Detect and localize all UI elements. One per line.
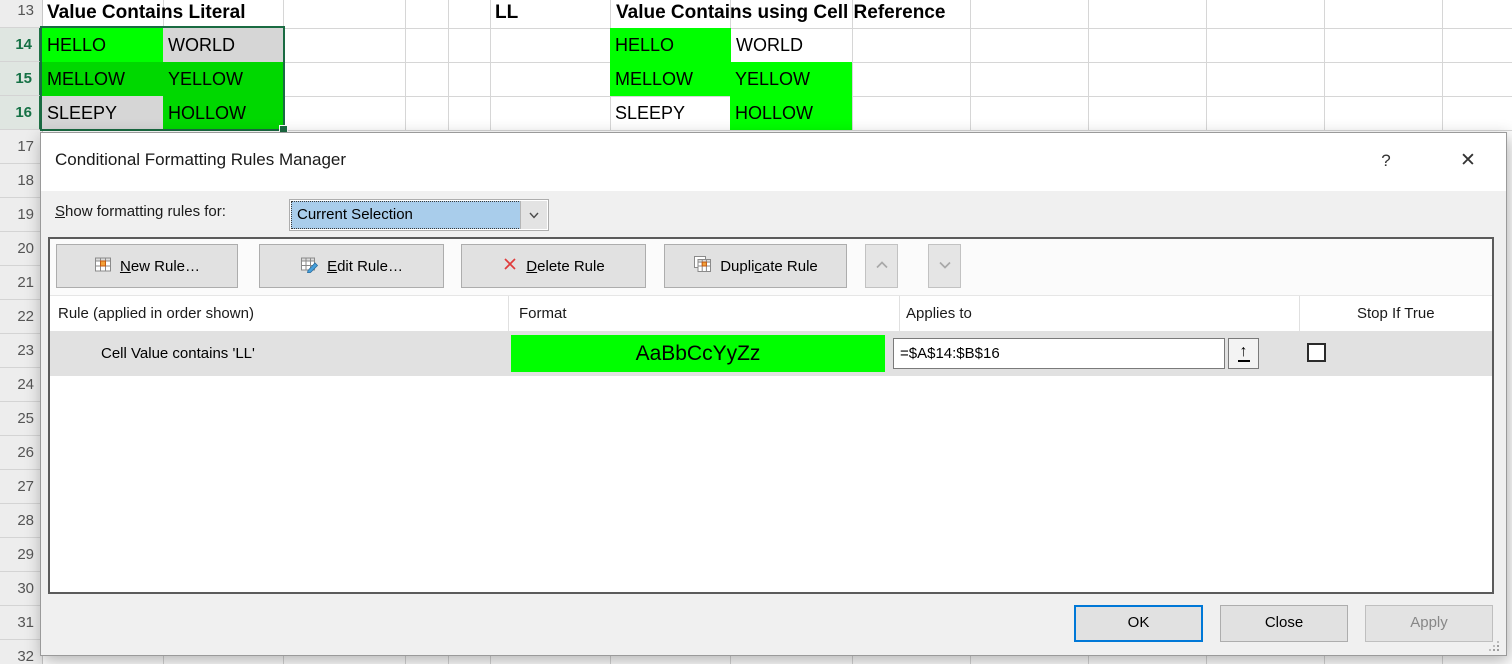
row-header-14[interactable]: 14 (0, 28, 41, 62)
row-header-26[interactable]: 26 (0, 436, 41, 470)
scope-select[interactable]: Current Selection (289, 199, 549, 231)
row-header-column: 1314151617181920212223242526272829303132 (0, 0, 43, 664)
column-separator (899, 296, 900, 331)
row-header-13[interactable]: 13 (0, 0, 41, 28)
rules-panel: New Rule… Edit Rule… D (48, 237, 1494, 594)
range-picker-button[interactable]: ↑ (1228, 338, 1259, 369)
row-header-24[interactable]: 24 (0, 368, 41, 402)
rules-toolbar: New Rule… Edit Rule… D (50, 239, 1492, 296)
sheet-bottom-sliver (42, 656, 1512, 664)
new-rule-icon (94, 256, 112, 277)
row-header-31[interactable]: 31 (0, 606, 41, 640)
cell-E16[interactable]: SLEEPY (610, 96, 731, 130)
dialog-titlebar[interactable]: Conditional Formatting Rules Manager ? ✕ (41, 133, 1506, 191)
new-rule-label: New Rule… (120, 258, 200, 275)
row-header-23[interactable]: 23 (0, 334, 41, 368)
selection-marquee[interactable] (40, 26, 285, 131)
edit-rule-label: Edit Rule… (327, 258, 403, 275)
move-rule-up-button[interactable] (865, 244, 898, 288)
rules-list-header: Rule (applied in order shown) Format App… (50, 296, 1492, 332)
ok-button[interactable]: OK (1074, 605, 1203, 642)
row-header-19[interactable]: 19 (0, 198, 41, 232)
duplicate-rule-button[interactable]: Duplicate Rule (664, 244, 847, 288)
apply-button[interactable]: Apply (1365, 605, 1493, 642)
column-header-applies: Applies to (906, 296, 972, 331)
column-separator (508, 296, 509, 331)
cell-F14[interactable]: WORLD (731, 28, 852, 62)
cell-E14[interactable]: HELLO (610, 28, 731, 62)
edit-rule-icon (300, 256, 319, 277)
up-arrow-from-bar-icon: ↑ (1240, 345, 1248, 359)
resize-grip-icon[interactable] (1487, 639, 1501, 653)
row-header-27[interactable]: 27 (0, 470, 41, 504)
row-header-30[interactable]: 30 (0, 572, 41, 606)
row-header-29[interactable]: 29 (0, 538, 41, 572)
ll-cell[interactable]: LL (495, 0, 518, 28)
column-separator (1299, 296, 1300, 331)
applies-to-input[interactable]: =$A$14:$B$16 (893, 338, 1225, 369)
cell-F15[interactable]: YELLOW (730, 62, 852, 96)
column-header-stop: Stop If True (1357, 296, 1435, 331)
chevron-down-icon[interactable] (520, 201, 547, 229)
chevron-down-icon (937, 258, 953, 275)
new-rule-button[interactable]: New Rule… (56, 244, 238, 288)
row-header-20[interactable]: 20 (0, 232, 41, 266)
row-header-17[interactable]: 17 (0, 130, 41, 164)
delete-rule-button[interactable]: Delete Rule (461, 244, 646, 288)
close-button[interactable]: Close (1220, 605, 1348, 642)
row-header-28[interactable]: 28 (0, 504, 41, 538)
duplicate-rule-label: Duplicate Rule (720, 258, 818, 275)
right-table-header: Value Contains using Cell Reference (616, 0, 945, 28)
left-table-header: Value Contains Literal (47, 0, 246, 28)
delete-rule-icon (502, 256, 518, 276)
column-header-rule: Rule (applied in order shown) (58, 296, 254, 331)
edit-rule-button[interactable]: Edit Rule… (259, 244, 444, 288)
cf-rules-manager-dialog: Conditional Formatting Rules Manager ? ✕… (40, 132, 1507, 656)
duplicate-rule-icon (693, 255, 712, 277)
close-icon[interactable]: ✕ (1453, 146, 1483, 176)
column-header-format: Format (519, 296, 567, 331)
help-icon[interactable]: ? (1373, 147, 1399, 175)
row-header-25[interactable]: 25 (0, 402, 41, 436)
cell-E15[interactable]: MELLOW (610, 62, 731, 96)
show-rules-label: Show formatting rules for: (55, 203, 226, 220)
row-header-22[interactable]: 22 (0, 300, 41, 334)
stop-if-true-checkbox[interactable] (1307, 343, 1326, 362)
excel-screen: 1314151617181920212223242526272829303132… (0, 0, 1512, 664)
chevron-up-icon (874, 258, 890, 275)
dialog-title: Conditional Formatting Rules Manager (55, 150, 346, 170)
row-header-16[interactable]: 16 (0, 96, 41, 130)
delete-rule-label: Delete Rule (526, 258, 604, 275)
move-rule-down-button[interactable] (928, 244, 961, 288)
row-header-21[interactable]: 21 (0, 266, 41, 300)
scope-select-value: Current Selection (291, 201, 521, 229)
row-header-32[interactable]: 32 (0, 640, 41, 664)
rule-description: Cell Value contains 'LL' (101, 331, 255, 376)
rule-row[interactable]: Cell Value contains 'LL' AaBbCcYyZz =$A$… (50, 331, 1492, 376)
row-header-15[interactable]: 15 (0, 62, 41, 96)
rule-format-preview: AaBbCcYyZz (511, 335, 885, 372)
row-header-18[interactable]: 18 (0, 164, 41, 198)
cell-F16[interactable]: HOLLOW (730, 96, 852, 130)
